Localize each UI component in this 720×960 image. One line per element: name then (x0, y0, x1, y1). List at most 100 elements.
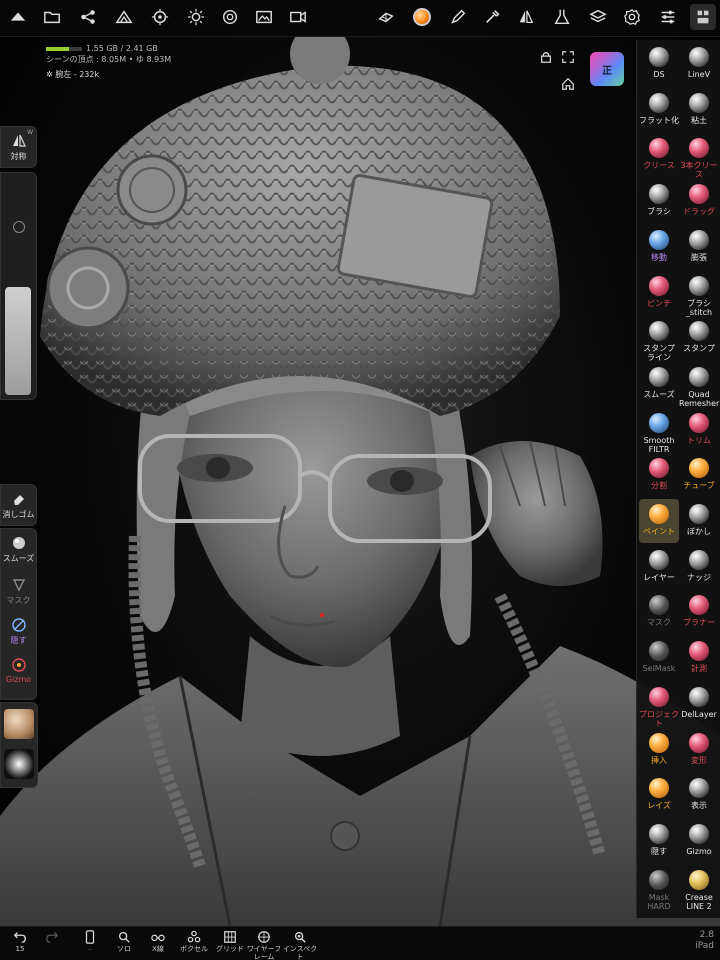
fullscreen-icon[interactable] (560, 49, 576, 65)
tool-trim[interactable]: トリム (679, 408, 719, 452)
eraser-panel[interactable]: 消しゴム (0, 484, 37, 526)
tool-raise[interactable]: レイズ (639, 773, 679, 817)
tool-label: Crease LINE 2 (685, 892, 713, 911)
image-icon[interactable] (252, 5, 276, 29)
redo-button[interactable] (32, 930, 72, 945)
tool-dellayer[interactable]: DelLayer (679, 682, 719, 726)
folder-icon[interactable] (40, 5, 64, 29)
brush-size-slider[interactable] (0, 172, 37, 400)
eraser-button[interactable]: 消しゴム (1, 491, 36, 520)
dellayer-icon (688, 686, 710, 708)
symmetry-label: 対称 (10, 152, 27, 161)
camera-settings-icon[interactable] (148, 5, 172, 29)
tool-transform[interactable]: 変形 (679, 728, 719, 772)
tool-quad-remesher[interactable]: Quad Remesher (679, 362, 719, 408)
bottom-wireframe-button[interactable]: ワイヤーフレーム (244, 930, 284, 960)
scene-objects-icon[interactable] (112, 5, 136, 29)
video-icon[interactable] (286, 5, 310, 29)
tool-smooth[interactable]: スムーズ (639, 362, 679, 406)
tool-insert[interactable]: 挿入 (639, 728, 679, 772)
sliders-icon[interactable] (656, 5, 680, 29)
symmetry-button[interactable]: 対称 (1, 133, 36, 162)
eraser-label: 消しゴム (2, 510, 35, 519)
tool-mask[interactable]: マスク (639, 590, 679, 634)
lighting-icon[interactable] (184, 5, 208, 29)
tool-nudge[interactable]: ナッジ (679, 545, 719, 589)
gizmo-button[interactable]: Gizmo (1, 657, 36, 684)
tool-label: LineV (687, 70, 711, 79)
tool-smooth-filter[interactable]: Smooth FILTR (639, 408, 679, 454)
mask-button[interactable]: マスク (1, 577, 36, 606)
tool-flatten[interactable]: フラット化 (639, 88, 679, 132)
tool-drag[interactable]: ドラッグ (679, 179, 719, 223)
tool-tube[interactable]: チューブ (679, 453, 719, 497)
tool-blur[interactable]: ぼかし (679, 499, 719, 543)
tool-menu-icon[interactable] (690, 4, 716, 30)
selmask-icon (648, 640, 670, 662)
material-orb-icon[interactable] (410, 5, 434, 29)
tool-split[interactable]: 分割 (639, 453, 679, 497)
tool-measure[interactable]: 計測 (679, 636, 719, 680)
drag-icon (688, 183, 710, 205)
tool-hide[interactable]: 隠す (639, 819, 679, 863)
tool-selmask[interactable]: SelMask (639, 636, 679, 680)
tool-crease-line2[interactable]: Crease LINE 2 (679, 865, 719, 911)
brush-intensity-fill[interactable] (5, 287, 31, 395)
tool-clay[interactable]: 粘土 (679, 88, 719, 132)
bottom-item-label: インスペクト (282, 945, 318, 960)
tool-layer[interactable]: レイヤー (639, 545, 679, 589)
viewport[interactable]: 1.55 GB / 2.41 GB シーンの頂点 : 8.05M • ゆ 8.9… (0, 0, 720, 960)
tool-ds-brush[interactable]: DS (639, 42, 679, 86)
flatten-icon (648, 92, 670, 114)
tool-paint[interactable]: ペイント (639, 499, 679, 543)
tool-mask-hard[interactable]: Mask HARD (639, 865, 679, 911)
tool-crease[interactable]: クリース (639, 133, 679, 177)
bottom-item-label: グリッド (216, 945, 244, 953)
sculpture-model[interactable] (0, 36, 720, 926)
tool-pinch[interactable]: ピンチ (639, 271, 679, 315)
smooth-label: スムーズ (2, 554, 35, 563)
topology-icon[interactable] (374, 5, 398, 29)
tool-crease3[interactable]: 3本クリース (679, 133, 719, 179)
tool-stitch-brush[interactable]: ブラシ_stitch (679, 271, 719, 317)
eraser-icon (13, 495, 24, 505)
tool-label: DelLayer (681, 709, 717, 719)
hide-label: 隠す (10, 636, 27, 645)
alpha-texture-swatch[interactable] (4, 749, 34, 779)
tool-linev-brush[interactable]: LineV (679, 42, 719, 86)
gizmo-icon (688, 823, 710, 845)
bottom-inspect-button[interactable]: インスペクト (280, 930, 320, 960)
slider-knob[interactable] (13, 221, 25, 233)
phone-icon (85, 930, 95, 944)
home-icon[interactable] (560, 76, 576, 92)
share-icon[interactable] (76, 5, 100, 29)
pencil-icon[interactable] (446, 5, 470, 29)
settings-gear-icon[interactable] (620, 5, 644, 29)
tool-stamp-line[interactable]: スタンプ ライン (639, 316, 679, 362)
bottom-xray-glasses-button[interactable]: X線 (138, 930, 178, 953)
tube-icon (688, 457, 710, 479)
smooth-button[interactable]: スムーズ (1, 535, 36, 564)
layers-icon[interactable] (586, 5, 610, 29)
material-icon[interactable] (218, 5, 242, 29)
tool-planar[interactable]: プラナー (679, 590, 719, 634)
split-icon (648, 457, 670, 479)
flask-icon[interactable] (550, 5, 574, 29)
lock-icon[interactable] (538, 49, 554, 65)
tool-move[interactable]: 移動 (639, 225, 679, 269)
symmetry-panel[interactable]: 対称 W (0, 126, 37, 168)
tool-stamp[interactable]: スタンプ (679, 316, 719, 360)
scene-icon[interactable] (6, 5, 30, 29)
symmetry-icon[interactable] (514, 5, 538, 29)
matcap-skin-swatch[interactable] (4, 709, 34, 739)
tool-project[interactable]: プロジェクト (639, 682, 679, 728)
mask-icon (12, 579, 25, 592)
hide-button[interactable]: 隠す (1, 617, 36, 646)
bottom-voxel-button[interactable]: ボクセル (174, 930, 214, 953)
tool-gizmo[interactable]: Gizmo (679, 819, 719, 863)
eyedropper-icon[interactable] (480, 5, 504, 29)
tool-inflate[interactable]: 膨張 (679, 225, 719, 269)
tool-camera[interactable]: 表示 (679, 773, 719, 817)
view-cube[interactable]: 正 (590, 52, 624, 86)
tool-brush[interactable]: ブラシ (639, 179, 679, 223)
